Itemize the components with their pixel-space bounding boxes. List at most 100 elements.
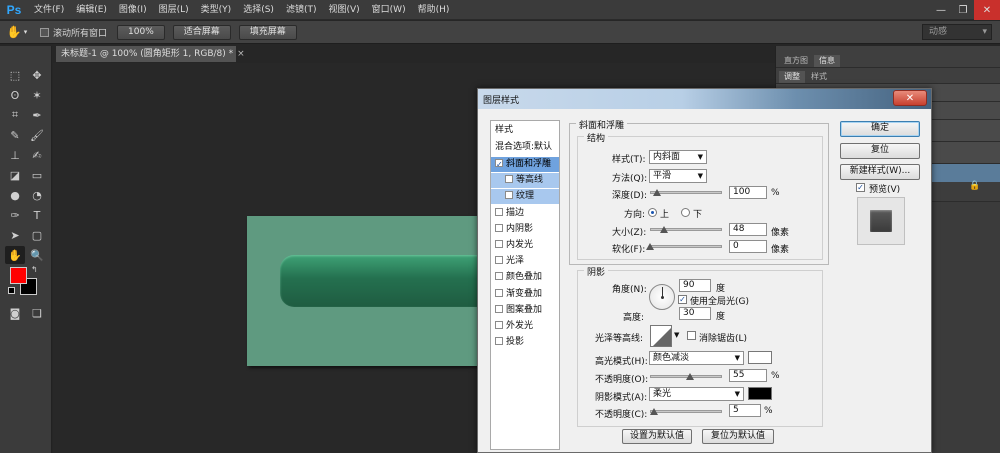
style-item-checkbox[interactable] <box>495 304 503 313</box>
close-document-icon[interactable]: × <box>237 49 245 59</box>
new-style-button[interactable]: 新建样式(W)... <box>840 164 920 180</box>
shadow-color-swatch[interactable] <box>748 387 772 400</box>
pen-tool-icon[interactable]: ✑ <box>5 206 25 224</box>
quick-mask-icon[interactable]: ◙ <box>5 304 25 322</box>
fit-screen-button[interactable]: 适合屏幕 <box>172 24 231 40</box>
menu-item-select[interactable]: 选择(S) <box>237 0 280 20</box>
history-brush-tool-icon[interactable]: ✍ <box>27 146 47 164</box>
depth-input[interactable]: 100 <box>729 186 767 199</box>
style-item[interactable]: 图案叠加 <box>491 303 559 318</box>
soften-input[interactable]: 0 <box>729 240 767 253</box>
shadow-opacity-input[interactable]: 5 <box>729 404 761 417</box>
style-item-checkbox[interactable] <box>505 175 513 184</box>
highlight-mode-select[interactable]: 颜色减淡 ▼ <box>649 351 744 365</box>
maximize-button[interactable]: ❐ <box>952 0 974 20</box>
style-item-checkbox[interactable] <box>495 272 503 281</box>
style-item-checkbox[interactable] <box>495 256 503 265</box>
style-item[interactable]: 外发光 <box>491 319 559 334</box>
tab-adjustments[interactable]: 调整 <box>779 71 805 83</box>
preview-checkbox[interactable]: ✓ <box>856 183 865 192</box>
type-tool-icon[interactable]: T <box>27 206 47 224</box>
style-item-checkbox[interactable] <box>495 207 503 216</box>
shadow-opacity-slider[interactable] <box>650 410 722 413</box>
hand-tool-preset-icon[interactable]: ✋ ▾ <box>0 25 34 39</box>
menu-item-filter[interactable]: 滤镜(T) <box>280 0 323 20</box>
menu-item-window[interactable]: 窗口(W) <box>366 0 412 20</box>
ok-button[interactable]: 确定 <box>840 121 920 137</box>
style-item-checkbox[interactable] <box>495 223 503 232</box>
style-item[interactable]: 光泽 <box>491 254 559 269</box>
blending-options-item[interactable]: 混合选项:默认 <box>491 140 559 155</box>
dialog-close-button[interactable]: ✕ <box>893 90 927 106</box>
gradient-tool-icon[interactable]: ▭ <box>27 166 47 184</box>
direction-up-radio[interactable] <box>648 208 657 217</box>
zoom-tool-icon[interactable]: 🔍 <box>27 246 47 264</box>
style-item[interactable]: 描边 <box>491 206 559 221</box>
minimize-button[interactable]: — <box>930 0 952 20</box>
depth-slider-thumb[interactable] <box>653 189 662 196</box>
fill-screen-button[interactable]: 填充屏幕 <box>238 24 297 40</box>
tab-histogram[interactable]: 直方图 <box>779 55 813 67</box>
reset-button[interactable]: 复位 <box>840 143 920 159</box>
style-item[interactable]: 纹理 <box>491 189 559 205</box>
size-slider-thumb[interactable] <box>659 226 668 233</box>
angle-input[interactable]: 90 <box>679 279 711 292</box>
clone-stamp-tool-icon[interactable]: ⊥ <box>5 146 25 164</box>
brush-tool-icon[interactable]: 🖌 <box>27 126 47 144</box>
move-tool-icon[interactable]: ✥ <box>27 66 47 84</box>
style-item[interactable]: 渐变叠加 <box>491 287 559 302</box>
marquee-tool-icon[interactable]: ⬚ <box>5 66 25 84</box>
document-tab[interactable]: 未标题-1 @ 100% (圆角矩形 1, RGB/8) * × <box>56 46 245 62</box>
style-item-checkbox[interactable] <box>495 288 503 297</box>
style-item[interactable]: 内发光 <box>491 238 559 253</box>
zoom-100-button[interactable]: 100% <box>117 24 165 40</box>
highlight-opacity-thumb[interactable] <box>685 373 694 380</box>
path-selection-tool-icon[interactable]: ➤ <box>5 226 25 244</box>
style-item-checkbox[interactable] <box>495 321 503 329</box>
angle-dial[interactable] <box>649 284 675 310</box>
style-item-checkbox[interactable] <box>495 240 503 248</box>
default-colors-icon[interactable] <box>8 287 15 294</box>
style-item[interactable]: 投影 <box>491 335 559 350</box>
eyedropper-tool-icon[interactable]: ✒ <box>27 106 47 124</box>
swap-colors-icon[interactable]: ↰ <box>31 265 38 274</box>
style-item-checkbox[interactable] <box>495 337 503 346</box>
soften-slider[interactable] <box>650 245 722 248</box>
eraser-tool-icon[interactable]: ◪ <box>5 166 25 184</box>
menu-item-file[interactable]: 文件(F) <box>28 0 70 20</box>
style-item[interactable]: 内阴影 <box>491 222 559 237</box>
antialias-checkbox[interactable] <box>687 331 696 340</box>
gloss-contour-preview[interactable] <box>650 325 672 347</box>
dialog-titlebar[interactable]: 图层样式 ✕ <box>478 89 931 109</box>
technique-select[interactable]: 平滑 ▼ <box>649 169 707 183</box>
hand-tool-icon[interactable]: ✋ <box>5 246 25 264</box>
dodge-tool-icon[interactable]: ◔ <box>27 186 47 204</box>
direction-down-radio[interactable] <box>681 208 690 217</box>
tab-styles[interactable]: 样式 <box>806 71 832 83</box>
healing-brush-tool-icon[interactable]: ✎ <box>5 126 25 144</box>
close-window-button[interactable]: ✕ <box>974 0 1000 20</box>
tab-info[interactable]: 信息 <box>814 55 840 67</box>
crop-tool-icon[interactable]: ⌗ <box>5 106 25 124</box>
menu-item-layer[interactable]: 图层(L) <box>153 0 195 20</box>
style-item[interactable]: 等高线 <box>491 173 559 189</box>
chevron-down-icon[interactable]: ▼ <box>674 331 679 339</box>
menu-item-help[interactable]: 帮助(H) <box>412 0 456 20</box>
shadow-opacity-thumb[interactable] <box>649 408 658 415</box>
highlight-opacity-input[interactable]: 55 <box>729 369 767 382</box>
soften-slider-thumb[interactable] <box>646 243 654 250</box>
altitude-input[interactable]: 30 <box>679 307 711 320</box>
screen-mode-icon[interactable]: ❏ <box>27 304 47 322</box>
highlight-color-swatch[interactable] <box>748 351 772 364</box>
menu-item-type[interactable]: 类型(Y) <box>195 0 238 20</box>
magic-wand-tool-icon[interactable]: ✶ <box>27 86 47 104</box>
bevel-style-select[interactable]: 内斜面 ▼ <box>649 150 707 164</box>
global-light-checkbox[interactable]: ✓ <box>678 295 687 304</box>
foreground-color-swatch[interactable] <box>10 267 27 284</box>
style-item-checkbox[interactable] <box>495 157 503 172</box>
scroll-all-windows-checkbox[interactable] <box>40 27 49 37</box>
make-default-button[interactable]: 设置为默认值 <box>622 429 692 444</box>
shadow-mode-select[interactable]: 柔光 ▼ <box>649 387 744 401</box>
menu-item-view[interactable]: 视图(V) <box>322 0 365 20</box>
blur-tool-icon[interactable]: ● <box>5 186 25 204</box>
